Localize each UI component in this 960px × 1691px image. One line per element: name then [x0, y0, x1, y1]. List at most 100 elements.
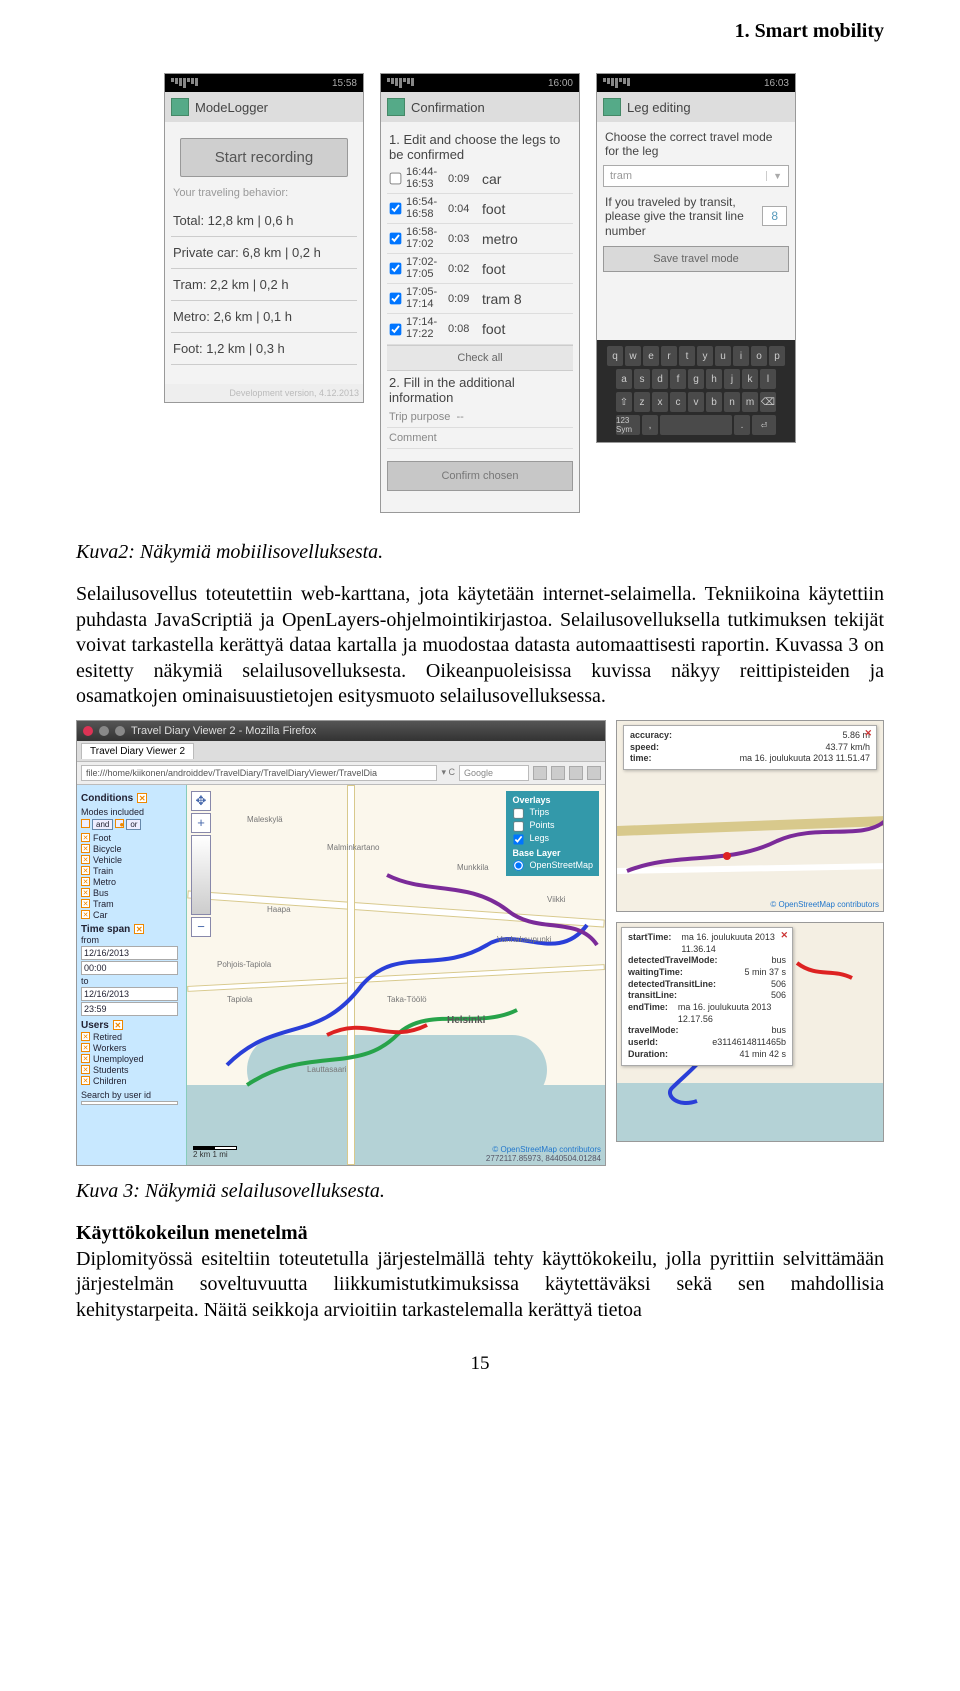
key[interactable]: s [634, 369, 650, 389]
timespan-header[interactable]: Time span✕ [81, 924, 182, 935]
conditions-header[interactable]: Conditions✕ [81, 793, 182, 804]
start-recording-button[interactable]: Start recording [180, 138, 347, 177]
key[interactable]: k [742, 369, 758, 389]
leg-checkbox[interactable] [390, 173, 402, 185]
confirm-button[interactable]: Confirm chosen [387, 461, 573, 491]
leg-checkbox[interactable] [390, 323, 402, 335]
minimap-leg[interactable]: ✕ startTime:ma 16. joulukuuta 2013 11.36… [616, 922, 884, 1142]
leg-row[interactable]: 16:44-16:53 0:09 car [387, 164, 573, 194]
minimize-icon[interactable] [99, 726, 109, 736]
key[interactable]: h [706, 369, 722, 389]
pan-icon[interactable]: ✥ [191, 791, 211, 811]
trips-checkbox[interactable] [514, 808, 524, 818]
mode-option[interactable]: ✕Bicycle [81, 844, 182, 854]
leg-checkbox[interactable] [390, 263, 402, 275]
leg-checkbox[interactable] [390, 293, 402, 305]
key[interactable]: q [607, 346, 623, 366]
key[interactable]: a [616, 369, 632, 389]
close-icon[interactable]: ✕ [864, 728, 872, 739]
zoom-out-button[interactable]: − [191, 917, 211, 937]
key[interactable]: o [751, 346, 767, 366]
soft-keyboard[interactable]: qwertyuiop asdfghjkl ⇧zxcvbnm⌫ 123 Sym ,… [597, 340, 795, 442]
key[interactable]: t [679, 346, 695, 366]
user-option[interactable]: ✕Students [81, 1065, 182, 1075]
search-input[interactable]: Google [459, 765, 529, 781]
user-option[interactable]: ✕Workers [81, 1043, 182, 1053]
time-to-input[interactable]: 23:59 [81, 1002, 178, 1016]
main-map[interactable]: Maleskylä Malminkartano Munkkila Haapa V… [187, 785, 605, 1165]
leg-checkbox[interactable] [390, 203, 402, 215]
transit-line-input[interactable]: 8 [762, 206, 787, 226]
user-option[interactable]: ✕Retired [81, 1032, 182, 1042]
key-sym[interactable]: 123 Sym [616, 415, 640, 435]
maximize-icon[interactable] [115, 726, 125, 736]
key[interactable]: j [724, 369, 740, 389]
leg-row[interactable]: 17:14-17:22 0:08 foot [387, 314, 573, 344]
leg-row[interactable]: 16:58-17:02 0:03 metro [387, 224, 573, 254]
mode-option[interactable]: ✕Bus [81, 888, 182, 898]
save-mode-button[interactable]: Save travel mode [603, 246, 789, 272]
points-checkbox[interactable] [514, 821, 524, 831]
and-toggle[interactable]: and [92, 819, 113, 830]
mode-option[interactable]: ✕Foot [81, 833, 182, 843]
url-input[interactable]: file:///home/kiikonen/androiddev/TravelD… [81, 765, 437, 781]
key[interactable]: r [661, 346, 677, 366]
leg-row[interactable]: 16:54-16:58 0:04 foot [387, 194, 573, 224]
mode-option[interactable]: ✕Tram [81, 899, 182, 909]
dropdown-icon[interactable]: ▾ C [441, 767, 455, 778]
leg-checkbox[interactable] [390, 233, 402, 245]
comment-row[interactable]: Comment [387, 428, 573, 449]
userid-input[interactable] [81, 1101, 178, 1105]
key[interactable]: l [760, 369, 776, 389]
close-icon[interactable]: ✕ [780, 930, 788, 941]
legs-checkbox[interactable] [514, 834, 524, 844]
date-from-input[interactable]: 12/16/2013 [81, 946, 178, 960]
trip-purpose-row[interactable]: Trip purpose -- [387, 407, 573, 428]
key[interactable]: y [697, 346, 713, 366]
close-icon[interactable] [83, 726, 93, 736]
key[interactable]: g [688, 369, 704, 389]
key[interactable]: n [724, 392, 740, 412]
key[interactable]: f [670, 369, 686, 389]
addon-icon[interactable] [587, 766, 601, 780]
mode-option[interactable]: ✕Metro [81, 877, 182, 887]
key-enter[interactable]: ⏎ [752, 415, 776, 435]
mode-select[interactable]: tram ▼ [603, 165, 789, 187]
download-icon[interactable] [551, 766, 565, 780]
users-header[interactable]: Users✕ [81, 1020, 182, 1031]
key[interactable]: c [670, 392, 686, 412]
mode-option[interactable]: ✕Train [81, 866, 182, 876]
layer-switcher[interactable]: Overlays Trips Points Legs Base Layer Op… [506, 791, 599, 876]
zoom-in-button[interactable]: + [191, 813, 211, 833]
key[interactable]: x [652, 392, 668, 412]
key[interactable]: p [769, 346, 785, 366]
leg-row[interactable]: 17:05-17:14 0:09 tram 8 [387, 284, 573, 314]
date-to-input[interactable]: 12/16/2013 [81, 987, 178, 1001]
user-option[interactable]: ✕Children [81, 1076, 182, 1086]
key[interactable]: v [688, 392, 704, 412]
key-comma[interactable]: , [642, 415, 658, 435]
mode-option[interactable]: ✕Car [81, 910, 182, 920]
zoom-slider[interactable] [191, 835, 211, 915]
key[interactable]: u [715, 346, 731, 366]
key[interactable]: m [742, 392, 758, 412]
key[interactable]: i [733, 346, 749, 366]
key-space[interactable] [660, 415, 732, 435]
minimap-point[interactable]: ✕ accuracy:5.86 mspeed:43.77 km/htime:ma… [616, 720, 884, 912]
check-all-button[interactable]: Check all [387, 345, 573, 371]
key[interactable]: ⇧ [616, 392, 632, 412]
user-option[interactable]: ✕Unemployed [81, 1054, 182, 1064]
home-icon[interactable] [569, 766, 583, 780]
key[interactable]: d [652, 369, 668, 389]
browser-tab[interactable]: Travel Diary Viewer 2 [81, 743, 194, 759]
key[interactable]: e [643, 346, 659, 366]
time-from-input[interactable]: 00:00 [81, 961, 178, 975]
key[interactable]: z [634, 392, 650, 412]
osm-radio[interactable] [514, 861, 524, 871]
key[interactable]: b [706, 392, 722, 412]
leg-row[interactable]: 17:02-17:05 0:02 foot [387, 254, 573, 284]
or-toggle[interactable]: or [126, 819, 141, 830]
search-icon[interactable] [533, 766, 547, 780]
mode-option[interactable]: ✕Vehicle [81, 855, 182, 865]
key[interactable]: w [625, 346, 641, 366]
